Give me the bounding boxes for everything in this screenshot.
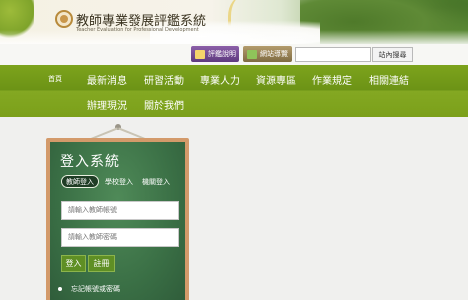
login-panel: 登入系統 教師登入 學校登入 機關登入 登入 註冊 忘記帳號或密碼 [46,138,189,300]
main-nav: 首頁 最新消息 研習活動 專業人力 資源專區 作業規定 相關連結 辦理現況 關於… [0,65,468,117]
site-subtitle: Teacher Evaluation for Professional Deve… [76,27,199,33]
evaluation-info-label: 評鑑說明 [208,50,236,58]
evaluation-info-button[interactable]: 評鑑說明 [191,46,239,62]
site-guide-button[interactable]: 網站導覽 [243,46,292,62]
nav-workshops[interactable]: 研習活動 [144,72,184,87]
account-field[interactable] [61,201,179,220]
password-field[interactable] [61,228,179,247]
tab-agency-login[interactable]: 機關登入 [142,175,170,188]
nav-status[interactable]: 辦理現況 [87,97,127,112]
nav-related-links[interactable]: 相關連結 [369,72,409,87]
forgot-password-label: 忘記帳號或密碼 [71,285,120,293]
nav-about[interactable]: 關於我們 [144,97,184,112]
map-icon [247,49,257,59]
site-logo-icon[interactable] [55,10,73,28]
site-guide-label: 網站導覽 [260,50,288,58]
forgot-password-link[interactable]: 忘記帳號或密碼 [58,284,120,294]
tab-teacher-login[interactable]: 教師登入 [61,175,99,188]
utility-bar: 評鑑說明 網站導覽 站內搜尋 [0,44,468,65]
nav-resources[interactable]: 資源專區 [256,72,296,87]
book-icon [195,49,205,59]
nav-news[interactable]: 最新消息 [87,72,127,87]
login-button[interactable]: 登入 [61,255,86,272]
site-banner: 教師專業發展評鑑系統 Teacher Evaluation for Profes… [0,0,468,44]
bullet-icon [58,287,62,291]
banner-haze [0,30,468,44]
nav-professionals[interactable]: 專業人力 [200,72,240,87]
site-search-button[interactable]: 站內搜尋 [372,47,413,62]
login-title: 登入系統 [60,154,120,170]
nav-regulations[interactable]: 作業規定 [312,72,352,87]
tab-school-login[interactable]: 學校登入 [105,175,133,188]
register-button[interactable]: 註冊 [88,255,115,272]
nav-home[interactable]: 首頁 [48,74,62,84]
site-search-input[interactable] [295,47,371,62]
